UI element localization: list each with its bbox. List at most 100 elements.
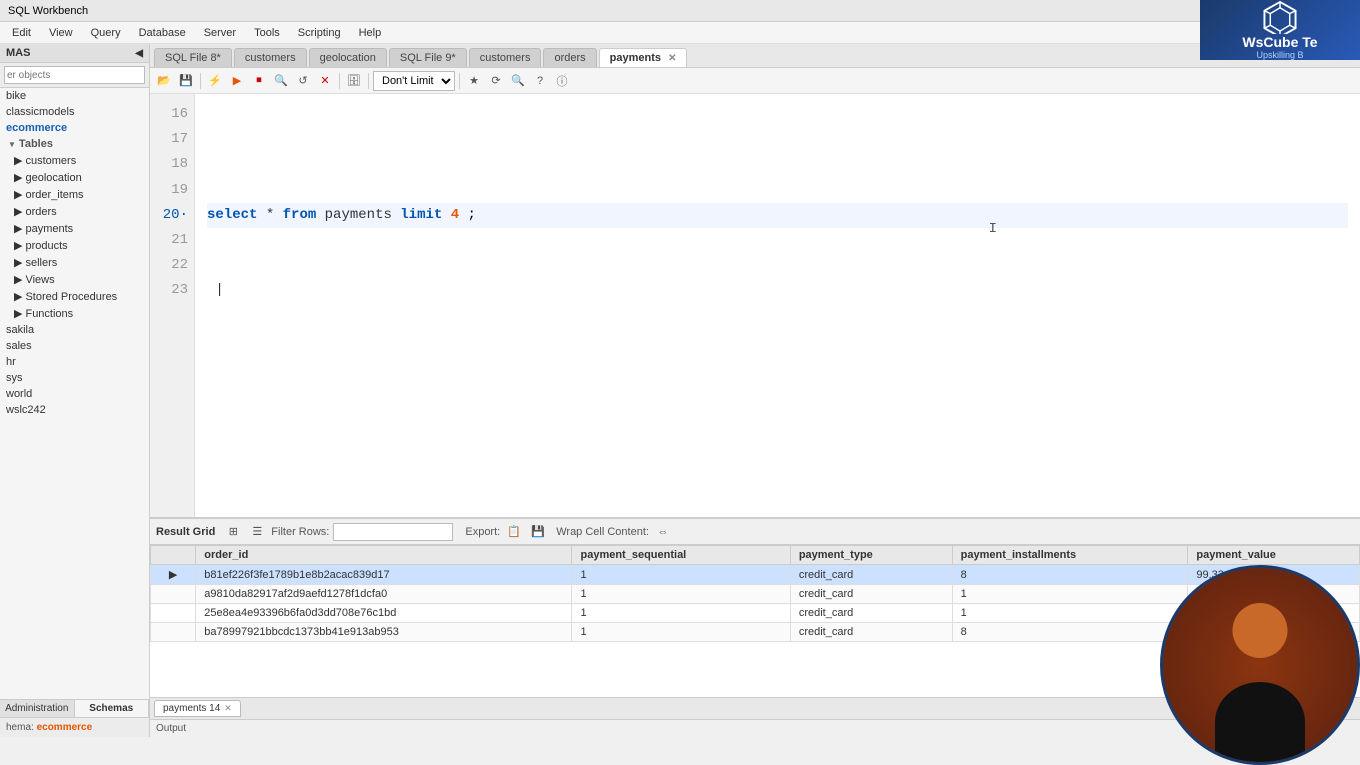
menu-query[interactable]: Query <box>83 25 129 41</box>
help-btn[interactable]: ? <box>530 71 550 91</box>
col-order-id[interactable]: order_id <box>196 546 572 565</box>
result-toggle-btn[interactable]: ☰ <box>247 522 267 542</box>
schema-ecommerce[interactable]: ecommerce <box>0 120 149 136</box>
col-payment-inst[interactable]: payment_installments <box>952 546 1188 565</box>
toolbar-sep-4 <box>459 73 460 89</box>
sidebar-info: hema: ecommerce <box>0 718 149 737</box>
footer-tab-close-icon[interactable]: ✕ <box>224 703 232 714</box>
tab-customers-1[interactable]: customers <box>234 48 307 67</box>
schema-btn[interactable]: 🗄 <box>344 71 364 91</box>
tree-tables[interactable]: ▼ Tables <box>0 136 149 152</box>
kw-from: from <box>283 207 317 223</box>
tab-orders[interactable]: orders <box>543 48 596 67</box>
tree-payments[interactable]: ▶ payments <box>0 220 149 237</box>
tree-customers[interactable]: ▶ customers <box>0 152 149 169</box>
tab-geolocation[interactable]: geolocation <box>309 48 387 67</box>
wrap-btn[interactable]: ⇔ <box>653 522 673 542</box>
tree-orders[interactable]: ▶ orders <box>0 203 149 220</box>
schema-bike[interactable]: bike <box>0 88 149 104</box>
code-line-23 <box>207 278 1348 303</box>
tree-geolocation[interactable]: ▶ geolocation <box>0 169 149 186</box>
toolbar-sep-1 <box>200 73 201 89</box>
info-btn[interactable]: ⓘ <box>552 71 572 91</box>
editor-content[interactable]: select * from payments limit 4 ; <box>195 94 1360 517</box>
cell-payment-type: credit_card <box>790 604 952 623</box>
sidebar-header: MAS ◀ <box>0 44 149 63</box>
title-bar: SQL Workbench <box>0 0 1360 22</box>
schema-filter-input[interactable] <box>4 66 145 84</box>
schema-world[interactable]: world <box>0 386 149 402</box>
main-layout: MAS ◀ bike classicmodels ecommerce ▼ Tab… <box>0 44 1360 737</box>
cell-payment-type: credit_card <box>790 565 952 585</box>
editor-area[interactable]: 16 17 18 19 20· 21 22 23 select * <box>150 94 1360 517</box>
schema-classicmodels[interactable]: classicmodels <box>0 104 149 120</box>
execute-selection-btn[interactable]: ▶ <box>227 71 247 91</box>
schema-sales[interactable]: sales <box>0 338 149 354</box>
code-line-22 <box>207 253 1348 278</box>
code-line-21 <box>207 228 1348 253</box>
tab-sql-file-9[interactable]: SQL File 9* <box>389 48 467 67</box>
export-label: Export: <box>465 526 500 538</box>
schema-sakila[interactable]: sakila <box>0 322 149 338</box>
query-tabs: SQL File 8* customers geolocation SQL Fi… <box>150 44 1360 68</box>
sidebar: MAS ◀ bike classicmodels ecommerce ▼ Tab… <box>0 44 150 737</box>
tab-payments[interactable]: payments ✕ <box>599 48 688 67</box>
code-line-20: select * from payments limit 4 ; <box>207 203 1348 228</box>
cancel-btn[interactable]: ✕ <box>315 71 335 91</box>
execute-btn[interactable]: ⚡ <box>205 71 225 91</box>
tab-schemas[interactable]: Schemas <box>75 700 150 717</box>
kw-limit: limit <box>400 207 442 223</box>
menu-edit[interactable]: Edit <box>4 25 39 41</box>
schema-hr[interactable]: hr <box>0 354 149 370</box>
tree-stored-procs[interactable]: ▶ Stored Procedures <box>0 288 149 305</box>
line-num-19: 19 <box>156 178 188 203</box>
menu-scripting[interactable]: Scripting <box>290 25 349 41</box>
toolbar-sep-2 <box>339 73 340 89</box>
tab-sql-file-8[interactable]: SQL File 8* <box>154 48 232 67</box>
schema-sys[interactable]: sys <box>0 370 149 386</box>
tab-close-icon[interactable]: ✕ <box>668 53 676 64</box>
tab-customers-2[interactable]: customers <box>469 48 542 67</box>
explain-btn[interactable]: 🔍 <box>271 71 291 91</box>
col-payment-val[interactable]: payment_value <box>1188 546 1360 565</box>
sidebar-toggle-icon[interactable]: ◀ <box>135 48 143 59</box>
footer-tab-payments[interactable]: payments 14 ✕ <box>154 700 241 717</box>
col-arrow <box>151 546 196 565</box>
tree-functions[interactable]: ▶ Functions <box>0 305 149 322</box>
limit-select[interactable]: Don't Limit 100 rows 200 rows 1000 rows <box>373 71 455 91</box>
menu-database[interactable]: Database <box>131 25 194 41</box>
tree-order-items[interactable]: ▶ order_items <box>0 186 149 203</box>
line-numbers: 16 17 18 19 20· 21 22 23 <box>150 94 195 517</box>
format-btn[interactable]: ⟳ <box>486 71 506 91</box>
query-toolbar: 📂 💾 ⚡ ▶ ⏹ 🔍 ↺ ✕ 🗄 Don't Limit 100 rows 2… <box>150 68 1360 94</box>
cell-payment-inst: 8 <box>952 623 1188 642</box>
cell-payment-seq: 1 <box>572 585 790 604</box>
tree-views[interactable]: ▶ Views <box>0 271 149 288</box>
filter-rows-input[interactable] <box>333 523 453 541</box>
triangle-icon: ▼ <box>8 140 16 149</box>
tree-products[interactable]: ▶ products <box>0 237 149 254</box>
result-form-btn[interactable]: ⊞ <box>223 522 243 542</box>
export-btn-1[interactable]: 📋 <box>504 522 524 542</box>
menu-tools[interactable]: Tools <box>246 25 288 41</box>
zoom-btn[interactable]: 🔍 <box>508 71 528 91</box>
menu-help[interactable]: Help <box>351 25 390 41</box>
col-payment-seq[interactable]: payment_sequential <box>572 546 790 565</box>
export-btn-2[interactable]: 💾 <box>528 522 548 542</box>
webcam-content <box>1163 568 1357 762</box>
menu-view[interactable]: View <box>41 25 81 41</box>
open-file-btn[interactable]: 📂 <box>154 71 174 91</box>
cell-payment-inst: 1 <box>952 604 1188 623</box>
bookmark-btn[interactable]: ★ <box>464 71 484 91</box>
cell-order-id: ba78997921bbcdc1373bb41e913ab953 <box>196 623 572 642</box>
schema-wslc242[interactable]: wslc242 <box>0 402 149 418</box>
save-file-btn[interactable]: 💾 <box>176 71 196 91</box>
cell-payment-type: credit_card <box>790 585 952 604</box>
tree-sellers[interactable]: ▶ sellers <box>0 254 149 271</box>
logo-sub: Upskilling B <box>1256 50 1303 60</box>
refresh-btn[interactable]: ↺ <box>293 71 313 91</box>
menu-server[interactable]: Server <box>196 25 244 41</box>
tab-administration[interactable]: Administration <box>0 700 75 717</box>
stop-btn[interactable]: ⏹ <box>249 71 269 91</box>
col-payment-type[interactable]: payment_type <box>790 546 952 565</box>
